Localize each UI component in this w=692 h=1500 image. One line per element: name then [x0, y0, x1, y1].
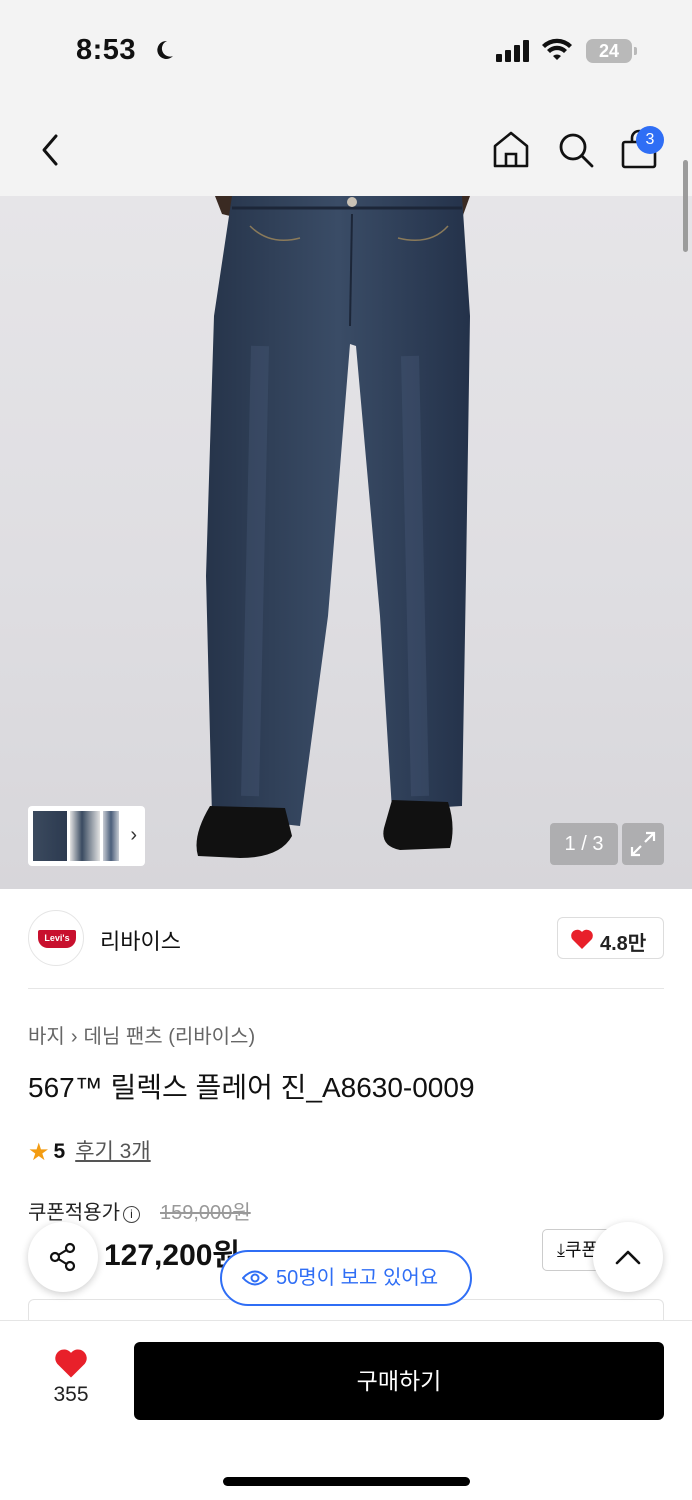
- breadcrumb: 바지 › 데님 팬츠 (리바이스): [28, 1020, 255, 1049]
- purchase-bar: 355 구매하기: [0, 1320, 692, 1500]
- home-icon[interactable]: [490, 128, 532, 170]
- wifi-icon: [542, 38, 572, 60]
- eye-icon: [242, 1270, 268, 1286]
- reviews-link[interactable]: 후기 3개: [75, 1140, 150, 1163]
- thumbnail-strip[interactable]: ›: [28, 806, 145, 866]
- download-icon: ⤓: [557, 1240, 565, 1260]
- brand-name[interactable]: 리바이스: [100, 924, 181, 956]
- chevron-right-icon: ›: [70, 1026, 78, 1048]
- brand-like-count: 4.8만: [600, 933, 647, 955]
- scroll-top-button[interactable]: [593, 1222, 663, 1292]
- rating: ★ 5 후기 3개: [28, 1135, 151, 1167]
- breadcrumb-category[interactable]: 바지: [28, 1026, 65, 1048]
- share-button[interactable]: [28, 1222, 98, 1292]
- product-title: 567™ 릴렉스 플레어 진_A8630-0009: [28, 1072, 475, 1103]
- back-arrow-icon[interactable]: [32, 130, 68, 170]
- breadcrumb-subcategory[interactable]: 데님 팬츠 (리바이스): [83, 1026, 255, 1048]
- signal-icon: [496, 40, 529, 62]
- divider: [28, 988, 664, 989]
- chevron-right-icon[interactable]: ›: [130, 824, 137, 847]
- levis-logo: Levi's: [38, 930, 76, 948]
- thumbnail-3[interactable]: [103, 811, 119, 861]
- coupon-price-label: 쿠폰적용가 i: [28, 1196, 140, 1225]
- brand-like-button[interactable]: 4.8만: [557, 917, 664, 959]
- expand-icon[interactable]: [622, 823, 664, 865]
- wishlist-count: 355: [53, 1383, 89, 1406]
- rating-score: 5: [53, 1140, 66, 1163]
- battery-level: 24: [598, 41, 620, 61]
- image-counter: 1 / 3: [550, 823, 618, 865]
- search-icon[interactable]: [556, 130, 596, 170]
- heart-icon: [55, 1349, 87, 1378]
- wishlist-button[interactable]: 355: [40, 1347, 102, 1407]
- top-nav: 3: [0, 100, 692, 196]
- thumbnail-1[interactable]: [33, 811, 67, 861]
- battery-icon: 24: [586, 39, 637, 63]
- home-indicator[interactable]: [223, 1477, 470, 1486]
- moon-icon: [157, 40, 173, 59]
- info-icon[interactable]: i: [123, 1206, 140, 1223]
- viewers-pill: 50명이 보고 있어요: [220, 1250, 472, 1306]
- status-time: 8:53: [76, 34, 137, 66]
- buy-button[interactable]: 구매하기: [134, 1342, 664, 1420]
- jeans-photo: [196, 196, 470, 858]
- product-image[interactable]: › 1 / 3: [0, 196, 692, 889]
- brand-logo[interactable]: Levi's: [28, 910, 84, 966]
- cart-count-badge: 3: [636, 126, 664, 154]
- status-bar: 8:53 24: [0, 0, 692, 100]
- original-price: 159,000원: [160, 1202, 251, 1224]
- share-icon: [49, 1242, 76, 1272]
- coupon-price-text: 쿠폰적용가: [28, 1202, 120, 1224]
- scrollbar[interactable]: [683, 160, 688, 252]
- sale-price: 127,200원: [104, 1239, 241, 1272]
- heart-icon: [571, 929, 593, 949]
- viewers-text: 50명이 보고 있어요: [276, 1267, 439, 1289]
- star-icon: ★: [28, 1139, 50, 1166]
- thumbnail-2[interactable]: [70, 811, 100, 861]
- chevron-up-icon: [615, 1250, 641, 1265]
